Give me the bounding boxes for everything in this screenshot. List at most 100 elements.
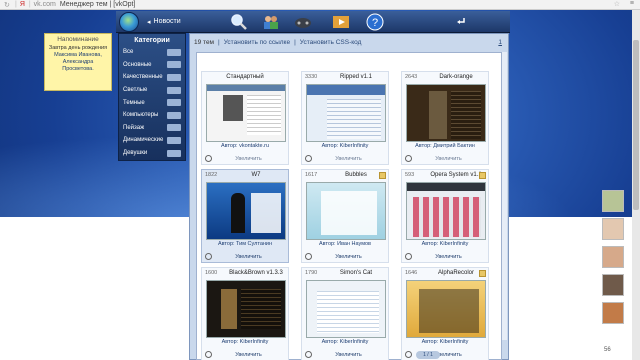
theme-author[interactable]: Автор: KiberInfinity	[402, 241, 488, 247]
theme-preview-image[interactable]	[306, 84, 386, 142]
magnifier-icon[interactable]	[205, 253, 212, 260]
category-item[interactable]: Компьютеры	[119, 109, 185, 122]
enlarge-button[interactable]: Увеличить	[212, 156, 285, 162]
theme-card[interactable]: 1617 Bubbles Автор: Иван Наумов Увеличить	[301, 169, 389, 263]
search-icon[interactable]	[230, 13, 248, 31]
category-label: Основные	[123, 61, 152, 68]
install-by-link-button[interactable]: Установить по ссылке	[224, 39, 290, 46]
category-item[interactable]: Темные	[119, 96, 185, 109]
theme-author[interactable]: Автор: KiberInfinity	[402, 339, 488, 345]
help-icon[interactable]: ?	[366, 13, 384, 31]
preview-detail	[221, 289, 237, 329]
avatar[interactable]	[602, 302, 624, 324]
theme-preview-image[interactable]	[406, 182, 486, 240]
browser-menu-icon[interactable]: ≡	[630, 0, 634, 7]
theme-author[interactable]: Автор: Иван Наумов	[302, 241, 388, 247]
category-item[interactable]: Девушки	[119, 147, 185, 160]
theme-author[interactable]: Автор: Тим Султанин	[202, 241, 288, 247]
magnifier-icon[interactable]	[405, 253, 412, 260]
return-icon[interactable]	[456, 16, 466, 26]
bookmark-star-icon[interactable]: ☆	[614, 0, 620, 8]
category-item[interactable]: Пейзаж	[119, 122, 185, 135]
theme-card[interactable]: 593 Opera System v1.1 Автор: KiberInfinity…	[401, 169, 489, 263]
theme-actions: Увеличить	[205, 252, 285, 261]
theme-author[interactable]: Автор: KiberInfinity	[202, 339, 288, 345]
category-item[interactable]: Светлые	[119, 84, 185, 97]
theme-card[interactable]: 1646 AlphaRecolor Автор: KiberInfinity Увел…	[401, 267, 489, 360]
magnifier-icon[interactable]	[205, 155, 212, 162]
category-item[interactable]: Динамические	[119, 134, 185, 147]
category-label: Пейзаж	[123, 124, 145, 131]
theme-author[interactable]: Автор: vkontakte.ru	[202, 143, 288, 149]
start-orb-icon[interactable]	[119, 11, 139, 32]
avatar[interactable]	[602, 246, 624, 268]
category-item[interactable]: Все	[119, 46, 185, 59]
theme-card[interactable]: 2643 Dark-orange Автор: Дмитрий Бактин Увел…	[401, 71, 489, 165]
category-count-badge	[167, 124, 181, 132]
magnifier-icon[interactable]	[405, 155, 412, 162]
theme-preview-image[interactable]	[406, 84, 486, 142]
theme-preview-image[interactable]	[206, 280, 286, 338]
reminder-line[interactable]: Максима Иванова,	[47, 52, 109, 59]
theme-author[interactable]: Автор: KiberInfinity	[302, 339, 388, 345]
enlarge-button[interactable]: Увеличить	[312, 352, 385, 358]
theme-rating: 1646	[405, 270, 418, 276]
avatar[interactable]	[602, 190, 624, 212]
address-url[interactable]: vk.com	[34, 1, 56, 8]
category-label: Темные	[123, 99, 145, 106]
magnifier-icon[interactable]	[205, 351, 212, 358]
enlarge-button[interactable]: Увеличить	[312, 254, 385, 260]
scrollbar-thumb[interactable]	[633, 40, 639, 210]
gamepad-icon[interactable]	[294, 13, 312, 31]
theme-toolbar: 19 тем | Установить по ссылке | Установи…	[194, 39, 361, 46]
enlarge-button[interactable]: Увеличить	[412, 254, 485, 260]
yandex-icon[interactable]: Я	[20, 1, 26, 8]
install-css-button[interactable]: Установить CSS-код	[300, 39, 362, 46]
theme-preview-image[interactable]	[206, 84, 286, 142]
category-count-badge	[167, 149, 181, 157]
theme-card[interactable]: 1790 Simon's Cat Автор: KiberInfinity Увели…	[301, 267, 389, 360]
theme-author[interactable]: Автор: Дмитрий Бактин	[402, 143, 488, 149]
theme-card[interactable]: 1600 Black&Brown v1.3.3 Автор: KiberInfini…	[201, 267, 289, 360]
magnifier-icon[interactable]	[405, 351, 412, 358]
media-player-icon[interactable]	[332, 13, 350, 31]
magnifier-icon[interactable]	[305, 253, 312, 260]
enlarge-button[interactable]: Увеличить	[412, 156, 485, 162]
enlarge-button[interactable]: Увеличить	[212, 254, 285, 260]
separator: |	[294, 39, 296, 46]
category-label: Девушки	[123, 150, 148, 157]
enlarge-button[interactable]: Увеличить	[312, 156, 385, 162]
page-number-link[interactable]: 1	[498, 39, 502, 46]
theme-preview-image[interactable]	[206, 182, 286, 240]
theme-preview-image[interactable]	[406, 280, 486, 338]
themes-scrollbar[interactable]	[502, 52, 507, 340]
reminder-line: Завтра день рождения	[48, 45, 108, 51]
separator: |	[28, 1, 31, 8]
people-icon[interactable]	[262, 13, 280, 31]
magnifier-icon[interactable]	[305, 351, 312, 358]
avatar[interactable]	[602, 218, 624, 240]
reload-icon[interactable]: ↻	[4, 1, 12, 9]
category-count-badge	[167, 73, 181, 81]
category-item[interactable]: Качественные	[119, 71, 185, 84]
theme-preview-image[interactable]	[306, 182, 386, 240]
theme-author[interactable]: Автор: KiberInfinity	[302, 143, 388, 149]
preview-detail	[307, 85, 385, 95]
theme-card[interactable]: 1822 W7 Автор: Тим Султанин Увеличить	[201, 169, 289, 263]
online-friends-column	[602, 190, 626, 330]
category-item[interactable]: Основные	[119, 59, 185, 72]
magnifier-icon[interactable]	[305, 155, 312, 162]
theme-actions: Увеличить	[205, 154, 285, 163]
top-taskbar: ◂ Новости ?	[116, 11, 510, 33]
theme-card[interactable]: 3330 Ripped v1.1 Автор: KiberInfinity Увели…	[301, 71, 389, 165]
pager-indicator[interactable]: 1 / 1	[416, 351, 440, 359]
theme-card[interactable]: Стандартный Автор: vkontakte.ru Увеличить	[201, 71, 289, 165]
preview-detail	[451, 91, 481, 139]
enlarge-button[interactable]: Увеличить	[212, 352, 285, 358]
reminder-line[interactable]: Александра Просветова.	[47, 59, 109, 73]
avatar[interactable]	[602, 274, 624, 296]
page-scrollbar[interactable]	[632, 10, 640, 360]
news-button[interactable]: ◂ Новости	[147, 18, 181, 26]
page-title: Менеджер тем | [vkOpt]	[59, 1, 136, 8]
theme-preview-image[interactable]	[306, 280, 386, 338]
